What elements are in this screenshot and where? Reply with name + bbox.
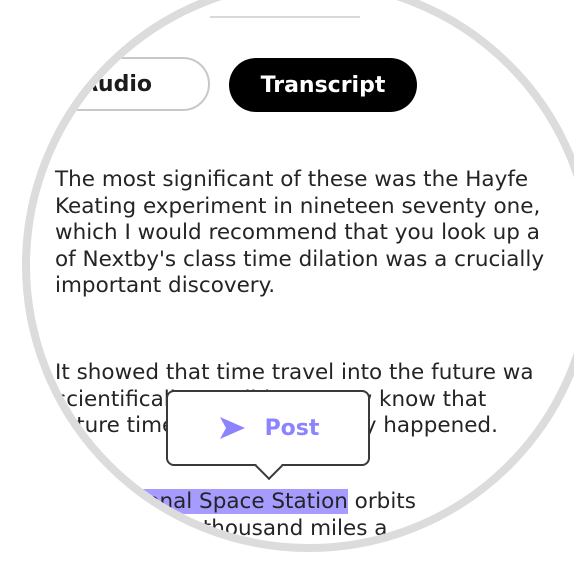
tab-audio-label: Audio (80, 71, 152, 97)
transcript-line: hour for th (55, 542, 574, 544)
transcript-paragraph: International Space Station orbits at se… (55, 489, 574, 544)
divider (210, 16, 360, 18)
transcript-text: orbits (347, 489, 416, 514)
post-button-label: Post (264, 415, 320, 441)
tab-audio[interactable]: Audio (30, 57, 210, 111)
transcript-line: at seventeen thousand miles a (55, 515, 388, 541)
transcript-line: Keating experiment in nineteen seventy o… (55, 193, 541, 219)
magnifier-lens: Audio Transcript The most significant of… (22, 0, 574, 552)
selected-text[interactable]: International Space Station (55, 489, 348, 514)
transcript-paragraph: The most significant of these was the Ha… (55, 167, 574, 300)
tab-transcript[interactable]: Transcript (229, 58, 417, 112)
send-icon (217, 413, 247, 443)
tab-transcript-label: Transcript (260, 72, 386, 98)
post-popover[interactable]: Post (166, 390, 370, 466)
transcript-line: of Nextby's class time dilation was a cr… (55, 246, 545, 272)
transcript-line: It showed that time travel into the futu… (55, 360, 534, 385)
transcript-line: International Space Station orbits (55, 489, 574, 516)
transcript-line: which I would recommend that you look up… (55, 220, 540, 245)
transcript-line: important discovery. (55, 273, 276, 298)
transcript-line: The most significant of these was the Ha… (55, 167, 529, 192)
